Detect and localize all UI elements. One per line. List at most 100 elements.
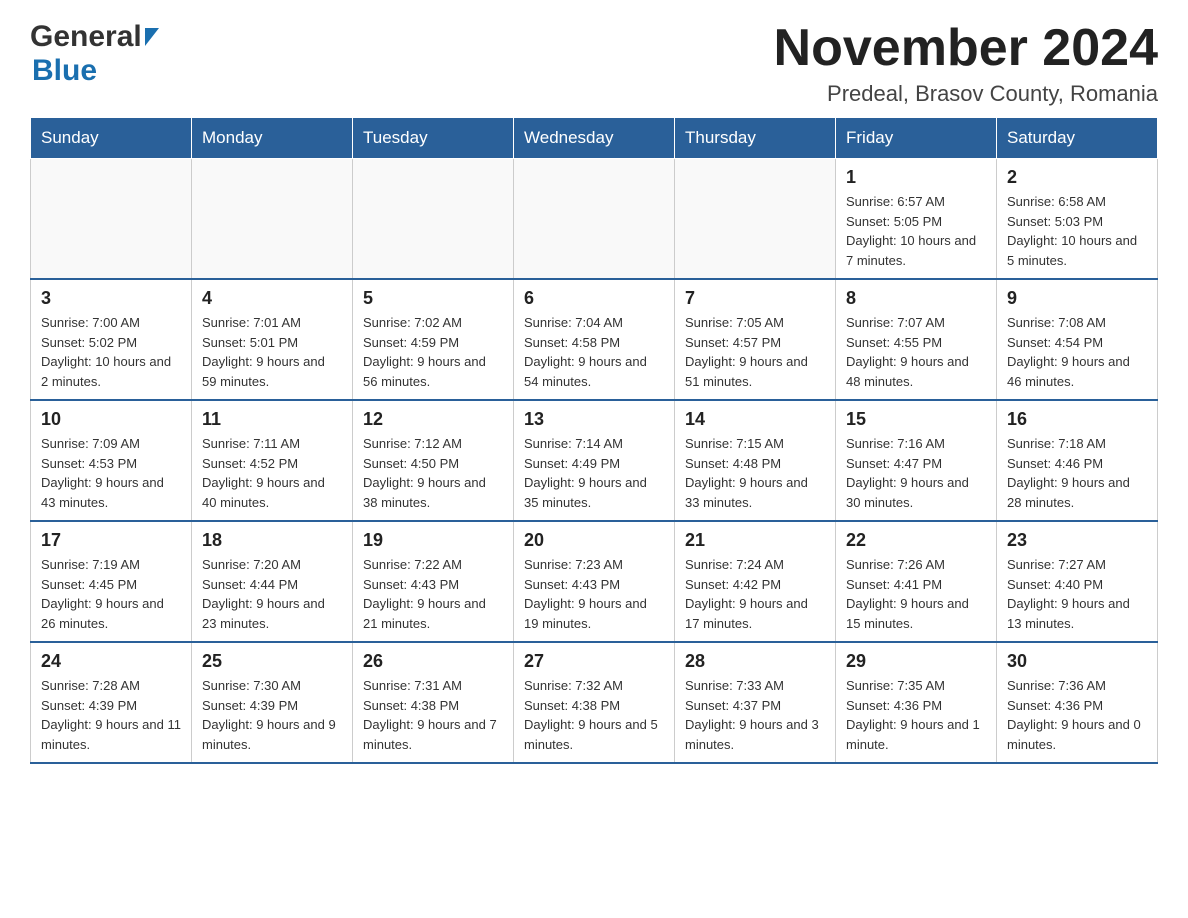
day-number: 1 [846, 167, 986, 188]
weekday-header-wednesday: Wednesday [514, 118, 675, 159]
week-row-4: 17Sunrise: 7:19 AMSunset: 4:45 PMDayligh… [31, 521, 1158, 642]
day-number: 14 [685, 409, 825, 430]
calendar-cell: 12 Sunrise: 7:12 AMSunset: 4:50 PMDayligh… [353, 400, 514, 521]
day-info: Sunrise: 7:27 AMSunset: 4:40 PMDaylight:… [1007, 555, 1147, 633]
calendar-cell: 30 Sunrise: 7:36 AMSunset: 4:36 PMDayligh… [997, 642, 1158, 763]
day-info: Sunrise: 7:00 AMSunset: 5:02 PMDaylight:… [41, 313, 181, 391]
week-row-1: 1 Sunrise: 6:57 AMSunset: 5:05 PMDaylight… [31, 159, 1158, 280]
calendar-cell: 8Sunrise: 7:07 AMSunset: 4:55 PMDaylight… [836, 279, 997, 400]
day-number: 21 [685, 530, 825, 551]
calendar-cell: 14 Sunrise: 7:15 AMSunset: 4:48 PMDayligh… [675, 400, 836, 521]
day-number: 11 [202, 409, 342, 430]
day-info: Sunrise: 7:33 AMSunset: 4:37 PMDaylight:… [685, 676, 825, 754]
day-number: 9 [1007, 288, 1147, 309]
logo-blue: Blue [32, 54, 97, 87]
day-info: Sunrise: 7:05 AMSunset: 4:57 PMDaylight:… [685, 313, 825, 391]
calendar-cell: 28 Sunrise: 7:33 AMSunset: 4:37 PMDayligh… [675, 642, 836, 763]
day-number: 12 [363, 409, 503, 430]
day-info: Sunrise: 7:24 AMSunset: 4:42 PMDaylight:… [685, 555, 825, 633]
calendar-cell: 1 Sunrise: 6:57 AMSunset: 5:05 PMDaylight… [836, 159, 997, 280]
day-info: Sunrise: 7:26 AMSunset: 4:41 PMDaylight:… [846, 555, 986, 633]
week-row-5: 24 Sunrise: 7:28 AMSunset: 4:39 PMDayligh… [31, 642, 1158, 763]
calendar-cell: 9 Sunrise: 7:08 AMSunset: 4:54 PMDaylight… [997, 279, 1158, 400]
day-number: 13 [524, 409, 664, 430]
header: General Blue November 2024 Predeal, Bras… [30, 20, 1158, 107]
calendar-cell: 25 Sunrise: 7:30 AMSunset: 4:39 PMDayligh… [192, 642, 353, 763]
day-number: 30 [1007, 651, 1147, 672]
day-number: 20 [524, 530, 664, 551]
calendar-cell: 26 Sunrise: 7:31 AMSunset: 4:38 PMDayligh… [353, 642, 514, 763]
calendar-cell: 13 Sunrise: 7:14 AMSunset: 4:49 PMDayligh… [514, 400, 675, 521]
calendar-cell: 23Sunrise: 7:27 AMSunset: 4:40 PMDayligh… [997, 521, 1158, 642]
location-title: Predeal, Brasov County, Romania [774, 81, 1158, 107]
day-number: 2 [1007, 167, 1147, 188]
day-info: Sunrise: 6:57 AMSunset: 5:05 PMDaylight:… [846, 192, 986, 270]
weekday-header-sunday: Sunday [31, 118, 192, 159]
calendar-body: 1 Sunrise: 6:57 AMSunset: 5:05 PMDaylight… [31, 159, 1158, 764]
calendar-cell: 18 Sunrise: 7:20 AMSunset: 4:44 PMDayligh… [192, 521, 353, 642]
day-info: Sunrise: 7:32 AMSunset: 4:38 PMDaylight:… [524, 676, 664, 754]
calendar-cell: 15Sunrise: 7:16 AMSunset: 4:47 PMDayligh… [836, 400, 997, 521]
logo: General Blue [30, 20, 159, 88]
calendar-table: SundayMondayTuesdayWednesdayThursdayFrid… [30, 117, 1158, 764]
calendar-cell [192, 159, 353, 280]
calendar-cell: 19 Sunrise: 7:22 AMSunset: 4:43 PMDayligh… [353, 521, 514, 642]
day-number: 26 [363, 651, 503, 672]
day-number: 3 [41, 288, 181, 309]
calendar-cell: 29 Sunrise: 7:35 AMSunset: 4:36 PMDayligh… [836, 642, 997, 763]
day-info: Sunrise: 7:36 AMSunset: 4:36 PMDaylight:… [1007, 676, 1147, 754]
weekday-header-friday: Friday [836, 118, 997, 159]
day-info: Sunrise: 7:31 AMSunset: 4:38 PMDaylight:… [363, 676, 503, 754]
calendar-cell: 27Sunrise: 7:32 AMSunset: 4:38 PMDayligh… [514, 642, 675, 763]
day-info: Sunrise: 7:04 AMSunset: 4:58 PMDaylight:… [524, 313, 664, 391]
day-info: Sunrise: 7:22 AMSunset: 4:43 PMDaylight:… [363, 555, 503, 633]
calendar-header: SundayMondayTuesdayWednesdayThursdayFrid… [31, 118, 1158, 159]
calendar-cell: 4Sunrise: 7:01 AMSunset: 5:01 PMDaylight… [192, 279, 353, 400]
calendar-cell: 16Sunrise: 7:18 AMSunset: 4:46 PMDayligh… [997, 400, 1158, 521]
day-number: 29 [846, 651, 986, 672]
month-title: November 2024 [774, 20, 1158, 77]
day-info: Sunrise: 7:02 AMSunset: 4:59 PMDaylight:… [363, 313, 503, 391]
logo-general: General [30, 20, 142, 54]
day-number: 8 [846, 288, 986, 309]
day-info: Sunrise: 7:08 AMSunset: 4:54 PMDaylight:… [1007, 313, 1147, 391]
day-info: Sunrise: 7:20 AMSunset: 4:44 PMDaylight:… [202, 555, 342, 633]
day-number: 10 [41, 409, 181, 430]
day-info: Sunrise: 7:23 AMSunset: 4:43 PMDaylight:… [524, 555, 664, 633]
day-info: Sunrise: 7:28 AMSunset: 4:39 PMDaylight:… [41, 676, 181, 754]
day-info: Sunrise: 7:35 AMSunset: 4:36 PMDaylight:… [846, 676, 986, 754]
day-number: 25 [202, 651, 342, 672]
weekday-header-row: SundayMondayTuesdayWednesdayThursdayFrid… [31, 118, 1158, 159]
day-number: 24 [41, 651, 181, 672]
calendar-cell: 10 Sunrise: 7:09 AMSunset: 4:53 PMDayligh… [31, 400, 192, 521]
calendar-cell: 5Sunrise: 7:02 AMSunset: 4:59 PMDaylight… [353, 279, 514, 400]
day-info: Sunrise: 7:30 AMSunset: 4:39 PMDaylight:… [202, 676, 342, 754]
calendar-cell: 24 Sunrise: 7:28 AMSunset: 4:39 PMDayligh… [31, 642, 192, 763]
day-info: Sunrise: 7:09 AMSunset: 4:53 PMDaylight:… [41, 434, 181, 512]
day-number: 18 [202, 530, 342, 551]
logo-triangle-icon [145, 28, 159, 46]
weekday-header-monday: Monday [192, 118, 353, 159]
calendar-cell: 21 Sunrise: 7:24 AMSunset: 4:42 PMDayligh… [675, 521, 836, 642]
day-number: 6 [524, 288, 664, 309]
day-number: 7 [685, 288, 825, 309]
day-number: 17 [41, 530, 181, 551]
day-info: Sunrise: 7:14 AMSunset: 4:49 PMDaylight:… [524, 434, 664, 512]
calendar-cell: 11 Sunrise: 7:11 AMSunset: 4:52 PMDayligh… [192, 400, 353, 521]
day-number: 28 [685, 651, 825, 672]
day-info: Sunrise: 7:12 AMSunset: 4:50 PMDaylight:… [363, 434, 503, 512]
day-info: Sunrise: 7:15 AMSunset: 4:48 PMDaylight:… [685, 434, 825, 512]
week-row-3: 10 Sunrise: 7:09 AMSunset: 4:53 PMDayligh… [31, 400, 1158, 521]
day-number: 15 [846, 409, 986, 430]
day-number: 4 [202, 288, 342, 309]
weekday-header-thursday: Thursday [675, 118, 836, 159]
day-number: 19 [363, 530, 503, 551]
week-row-2: 3 Sunrise: 7:00 AMSunset: 5:02 PMDaylight… [31, 279, 1158, 400]
day-info: Sunrise: 7:11 AMSunset: 4:52 PMDaylight:… [202, 434, 342, 512]
day-number: 22 [846, 530, 986, 551]
calendar-cell [353, 159, 514, 280]
calendar-cell: 3 Sunrise: 7:00 AMSunset: 5:02 PMDaylight… [31, 279, 192, 400]
calendar-cell [31, 159, 192, 280]
weekday-header-saturday: Saturday [997, 118, 1158, 159]
day-info: Sunrise: 6:58 AMSunset: 5:03 PMDaylight:… [1007, 192, 1147, 270]
